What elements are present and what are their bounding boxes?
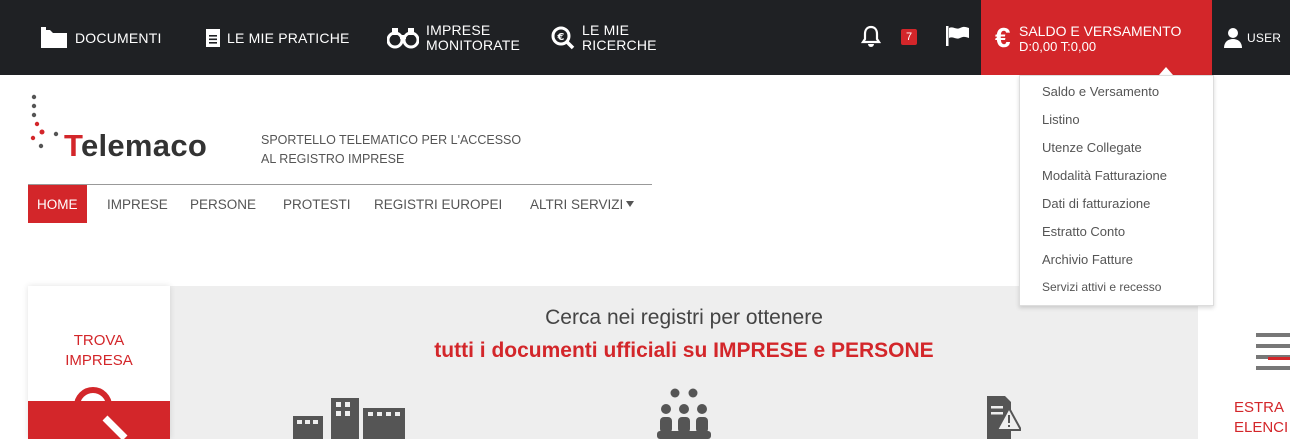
search-euro-icon: € [551,26,575,50]
menu-item-saldo-versamento[interactable]: Saldo e Versamento [1042,84,1159,99]
caret-down-icon [626,201,635,207]
logo-word-rest: elemaco [80,128,208,163]
notifications-button[interactable] [860,0,882,75]
estrai-line1: ESTRA [1234,399,1285,416]
topbar-le-mie-ricerche-line2: RICERCHE [582,36,657,53]
svg-text:€: € [556,32,564,43]
nav-home[interactable]: HOME [28,185,87,223]
menu-item-archivio-fatture[interactable]: Archivio Fatture [1042,252,1133,267]
caret-up-icon [1159,67,1173,75]
saldo-values: D:0,00 T:0,00 [1019,39,1097,54]
nav-protesti[interactable]: PROTESTI [283,185,351,223]
document-icon [206,28,220,47]
logo-letter-t: T [64,128,81,163]
top-bar: DOCUMENTI LE MIE PRATICHE IMPRESE MONITO… [0,0,1290,75]
user-icon [1224,27,1242,48]
site-tagline: SPORTELLO TELEMATICO PER L'ACCESSO AL RE… [261,131,521,169]
magnifier-icon [74,387,128,439]
folder-icon [40,26,68,49]
topbar-imprese-monitorate-line1: IMPRESE [426,21,491,38]
user-menu[interactable]: USER [1224,0,1281,75]
headline-line1: Cerca nei registri per ottenere [545,306,823,329]
notification-count-badge: 7 [901,29,917,45]
topbar-imprese-monitorate[interactable]: IMPRESE MONITORATE [387,0,520,75]
menu-item-listino[interactable]: Listino [1042,112,1080,127]
tagline-line1: SPORTELLO TELEMATICO PER L'ACCESSO [261,133,522,147]
search-panel: Cerca nei registri per ottenere tutti i … [170,286,1198,439]
saldo-versamento-button[interactable]: € SALDO E VERSAMENTO D:0,00 T:0,00 [981,0,1212,75]
saldo-title: SALDO E VERSAMENTO [1019,23,1182,39]
topbar-documenti-label: DOCUMENTI [75,29,162,46]
topbar-imprese-monitorate-line2: MONITORATE [426,36,521,53]
people-icon [657,388,711,439]
flag-button[interactable] [946,0,970,75]
telemaco-logo-dots [30,94,59,149]
topbar-le-mie-ricerche[interactable]: € LE MIE RICERCHE [551,0,657,75]
headline-line2: tutti i documenti ufficiali su IMPRESE e… [434,339,934,362]
buildings-icon [293,398,405,439]
estrai-line2: ELENCI [1234,419,1289,436]
topbar-le-mie-pratiche-label: LE MIE PRATICHE [227,29,350,46]
menu-item-modalita-fatturazione[interactable]: Modalità Fatturazione [1042,168,1167,183]
nav-imprese[interactable]: IMPRESE [107,185,168,223]
nav-altri-servizi-label: ALTRI SERVIZI [530,196,624,212]
saldo-dropdown-menu: Saldo e Versamento Listino Utenze Colleg… [1019,75,1214,306]
trova-impresa-line2: IMPRESA [65,352,133,369]
trova-impresa-card[interactable]: TROVA IMPRESA [28,286,170,439]
topbar-le-mie-ricerche-line1: LE MIE [582,21,630,38]
menu-item-estratto-conto[interactable]: Estratto Conto [1042,224,1125,239]
topbar-documenti[interactable]: DOCUMENTI [40,0,162,75]
menu-item-servizi-attivi-recesso[interactable]: Servizi attivi e recesso [1042,280,1161,294]
nav-altri-servizi[interactable]: ALTRI SERVIZI [530,185,635,223]
flag-icon [946,26,970,49]
tagline-line2: AL REGISTRO IMPRESE [261,152,405,166]
nav-registri-europei[interactable]: REGISTRI EUROPEI [374,185,502,223]
user-label: USER [1247,30,1282,45]
main-navigation: HOME IMPRESE PERSONE PROTESTI REGISTRI E… [28,184,652,225]
menu-item-dati-fatturazione[interactable]: Dati di fatturazione [1042,196,1150,211]
topbar-le-mie-pratiche[interactable]: LE MIE PRATICHE [206,0,350,75]
nav-persone[interactable]: PERSONE [190,185,256,223]
menu-item-utenze-collegate[interactable]: Utenze Collegate [1042,140,1142,155]
euro-icon: € [995,22,1011,53]
trova-impresa-line1: TROVA [73,332,125,349]
bell-icon [860,25,882,50]
telemaco-logo[interactable]: Telemaco [64,128,207,164]
estrai-elenchi-card[interactable]: ESTRA ELENCI [1234,398,1288,438]
binoculars-icon [387,27,419,49]
document-warning-icon [987,396,1021,439]
list-icon [1256,333,1290,370]
